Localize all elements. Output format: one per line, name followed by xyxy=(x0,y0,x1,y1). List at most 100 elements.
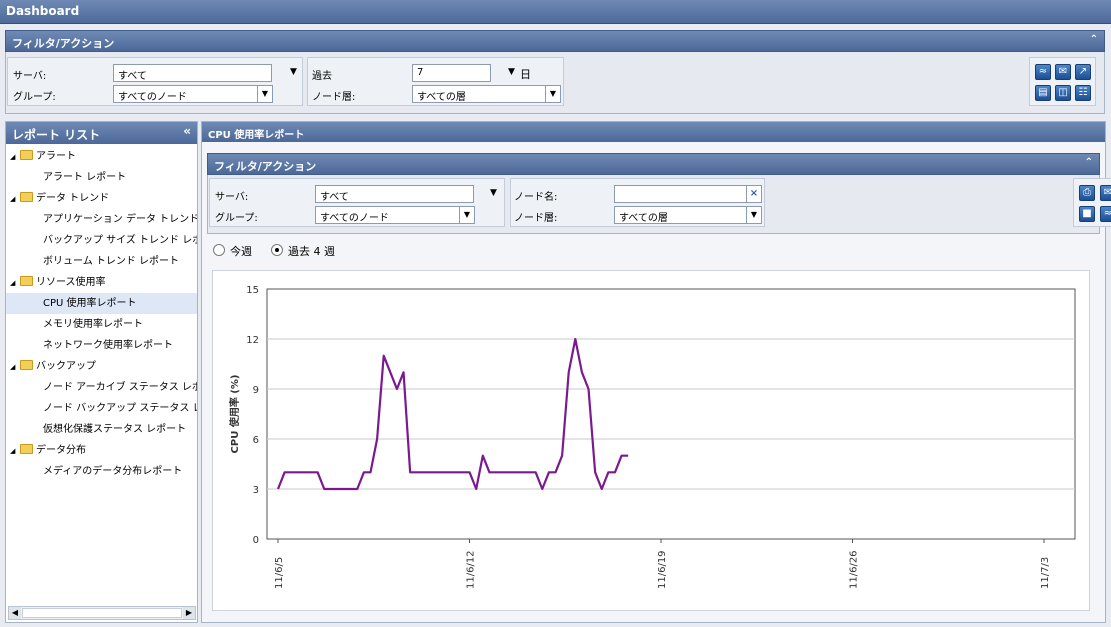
export-icon[interactable]: ↗ xyxy=(1075,64,1091,80)
report-node-fieldset: ノード名: × ノード層: すべての層 ▼ xyxy=(510,178,765,227)
window-title: Dashboard xyxy=(0,0,1111,24)
report-header: CPU 使用率レポート xyxy=(202,122,1105,142)
top-filter-header: フィルタ/アクション ⌃ xyxy=(5,30,1105,52)
tree-category[interactable]: ◢ データ トレンド xyxy=(6,188,197,209)
expand-triangle-icon[interactable]: ◢ xyxy=(10,189,20,209)
refresh-icon[interactable]: ≈ xyxy=(1035,64,1051,80)
tree-report-item[interactable]: アプリケーション データ トレンド レポート xyxy=(6,209,197,230)
scroll-thumb[interactable] xyxy=(22,608,182,618)
report-list-title: レポート リスト xyxy=(12,128,101,142)
tree-category[interactable]: ◢ バックアップ xyxy=(6,356,197,377)
tree-item-label: アプリケーション データ トレンド レポート xyxy=(43,214,197,225)
period-tier-fieldset: 過去 7 ▼ 日 ノード層: すべての層 ▼ xyxy=(307,57,564,106)
report-server-dropdown-icon[interactable]: ▼ xyxy=(490,188,497,198)
radio-this-week-label: 今週 xyxy=(230,245,252,258)
tree-report-item[interactable]: CPU 使用率レポート xyxy=(6,293,197,314)
report-actions: ⎙ ✉ ■ ≈ xyxy=(1073,178,1111,227)
layout-three-column-icon[interactable]: ☷ xyxy=(1075,85,1091,101)
report-node-tier-dropdown-icon[interactable]: ▼ xyxy=(746,206,762,224)
save-icon[interactable]: ■ xyxy=(1079,206,1095,222)
tree-report-item[interactable]: ノード アーカイブ ステータス レポート xyxy=(6,377,197,398)
expand-triangle-icon[interactable]: ◢ xyxy=(10,147,20,167)
node-tier-label: ノード層: xyxy=(312,92,356,103)
tree-category[interactable]: ◢ アラート xyxy=(6,146,197,167)
report-group-dropdown-icon[interactable]: ▼ xyxy=(459,206,475,224)
report-node-tier-select[interactable]: すべての層 xyxy=(614,206,747,224)
tree-item-label: バックアップ サイズ トレンド レポート xyxy=(43,235,197,246)
tree-item-label: ノード バックアップ ステータス レポート xyxy=(43,403,197,414)
folder-icon xyxy=(20,150,33,160)
radio-past-4-weeks-label: 過去 4 週 xyxy=(288,245,335,258)
layout-single-icon[interactable]: ▤ xyxy=(1035,85,1051,101)
report-filter-panel: フィルタ/アクション ⌃ サーバ: すべて ▼ グループ: すべてのノード ▼ … xyxy=(207,153,1111,234)
tree-report-item[interactable]: ノード バックアップ ステータス レポート xyxy=(6,398,197,419)
group-dropdown-icon[interactable]: ▼ xyxy=(257,85,273,103)
report-server-input[interactable]: すべて xyxy=(315,185,474,203)
y-tick-label: 12 xyxy=(246,335,259,346)
double-chevron-up-icon[interactable]: ⌃ xyxy=(1090,34,1098,45)
tree-item-label: メディアのデータ分布レポート xyxy=(43,466,183,477)
tree-report-item[interactable]: メディアのデータ分布レポート xyxy=(6,461,197,482)
expand-triangle-icon[interactable]: ◢ xyxy=(10,273,20,293)
tree-report-item[interactable]: ボリューム トレンド レポート xyxy=(6,251,197,272)
tree-report-item[interactable]: アラート レポート xyxy=(6,167,197,188)
radio-this-week[interactable] xyxy=(213,244,225,256)
sidebar-horizontal-scrollbar[interactable]: ◀ ▶ xyxy=(8,606,196,620)
tree-item-label: ネットワーク使用率レポート xyxy=(43,340,173,351)
refresh-icon[interactable]: ≈ xyxy=(1100,206,1111,222)
double-chevron-up-icon[interactable]: ⌃ xyxy=(1085,157,1093,168)
y-axis-label: CPU 使用率 (%) xyxy=(228,375,241,454)
node-tier-dropdown-icon[interactable]: ▼ xyxy=(545,85,561,103)
tree-report-item[interactable]: メモリ使用率レポート xyxy=(6,314,197,335)
y-tick-label: 3 xyxy=(253,485,259,496)
layout-two-column-icon[interactable]: ◫ xyxy=(1055,85,1071,101)
tree-report-item[interactable]: 仮想化保護ステータス レポート xyxy=(6,419,197,440)
report-group-select[interactable]: すべてのノード xyxy=(315,206,460,224)
folder-icon xyxy=(20,360,33,370)
email-icon[interactable]: ✉ xyxy=(1055,64,1071,80)
report-main-panel: CPU 使用率レポート フィルタ/アクション ⌃ サーバ: すべて ▼ グループ… xyxy=(201,121,1111,623)
tree-item-label: 仮想化保護ステータス レポート xyxy=(43,424,187,435)
period-dropdown-icon[interactable]: ▼ xyxy=(508,67,515,77)
cpu-usage-chart: 0 3 6 9 12 15 11/6/5 11/6/12 11/6/19 11/6/26 11/7/… xyxy=(228,285,1076,589)
expand-triangle-icon[interactable]: ◢ xyxy=(10,357,20,377)
double-chevron-left-icon[interactable]: « xyxy=(183,124,191,138)
tree-report-item[interactable]: バックアップ サイズ トレンド レポート xyxy=(6,230,197,251)
node-tier-select[interactable]: すべての層 xyxy=(412,85,546,103)
email-icon[interactable]: ✉ xyxy=(1100,185,1111,201)
period-input[interactable]: 7 xyxy=(412,64,491,82)
folder-icon xyxy=(20,192,33,202)
report-list-panel: レポート リスト « ◢ アラートアラート レポート ◢ データ トレンドアプリケーシ… xyxy=(5,121,198,623)
folder-icon xyxy=(20,276,33,286)
report-tree: ◢ アラートアラート レポート ◢ データ トレンドアプリケーション データ トレンド… xyxy=(6,146,197,482)
report-filter-header: フィルタ/アクション ⌃ xyxy=(207,153,1100,175)
y-tick-label: 6 xyxy=(253,435,259,446)
scroll-right-icon[interactable]: ▶ xyxy=(183,607,195,619)
period-label: 過去 xyxy=(312,71,332,82)
x-tick-label: 11/6/12 xyxy=(466,550,477,589)
tree-item-label: リソース使用率 xyxy=(36,277,106,288)
group-select[interactable]: すべてのノード xyxy=(113,85,258,103)
tree-item-label: バックアップ xyxy=(36,361,96,372)
tree-item-label: ボリューム トレンド レポート xyxy=(43,256,180,267)
node-name-label: ノード名: xyxy=(514,192,558,203)
tree-report-item[interactable]: ネットワーク使用率レポート xyxy=(6,335,197,356)
cpu-chart-container: 0 3 6 9 12 15 11/6/5 11/6/12 11/6/19 11/6/26 11/7/… xyxy=(212,270,1090,611)
server-dropdown-icon[interactable]: ▼ xyxy=(290,67,297,77)
x-tick-label: 11/7/3 xyxy=(1040,557,1051,589)
x-tick-label: 11/6/5 xyxy=(274,557,285,589)
period-unit: 日 xyxy=(520,68,531,81)
tree-category[interactable]: ◢ リソース使用率 xyxy=(6,272,197,293)
print-icon[interactable]: ⎙ xyxy=(1079,185,1095,201)
y-tick-label: 0 xyxy=(253,535,259,546)
node-name-input[interactable] xyxy=(614,185,747,203)
server-input[interactable]: すべて xyxy=(113,64,272,82)
report-server-label: サーバ: xyxy=(215,192,249,203)
clear-icon[interactable]: × xyxy=(746,185,762,203)
scroll-left-icon[interactable]: ◀ xyxy=(9,607,21,619)
y-tick-label: 15 xyxy=(246,285,259,296)
tree-category[interactable]: ◢ データ分布 xyxy=(6,440,197,461)
tree-item-label: アラート レポート xyxy=(43,172,127,183)
radio-past-4-weeks[interactable] xyxy=(271,244,283,256)
expand-triangle-icon[interactable]: ◢ xyxy=(10,441,20,461)
